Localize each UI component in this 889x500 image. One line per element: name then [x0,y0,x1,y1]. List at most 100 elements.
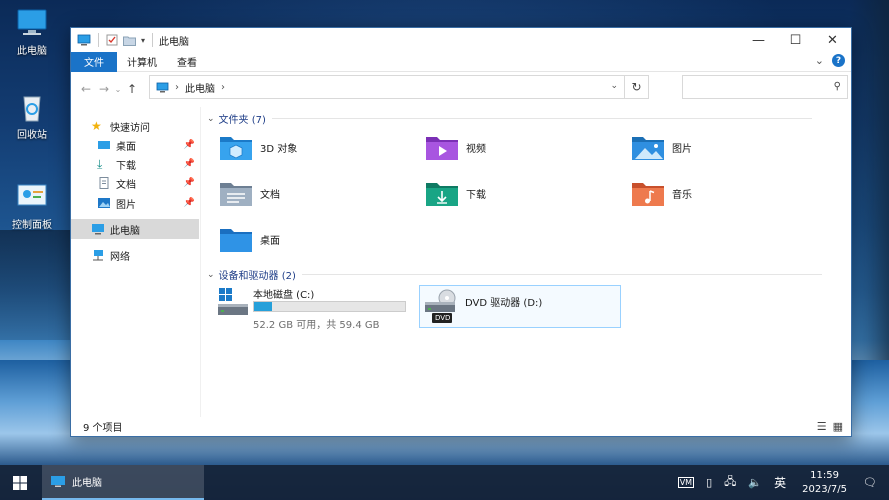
customize-toolbar-chevron-icon[interactable]: ▾ [141,36,145,45]
properties-icon[interactable] [106,34,118,46]
close-button[interactable]: ✕ [814,28,851,52]
desktop-icon-control-panel[interactable]: 控制面板 [6,182,58,231]
search-box[interactable]: ⚲ [682,75,848,99]
usb-device-icon[interactable]: ▯ [706,476,712,489]
large-icons-view-icon[interactable]: ▦ [833,420,843,433]
windows-logo-icon [13,475,27,490]
folder-desktop[interactable]: 桌面 [219,225,280,253]
music-folder-icon [632,183,664,206]
dvd-badge: DVD [435,314,451,322]
status-bar: 9 个项目 ☰ ▦ [71,416,851,436]
notification-center-icon[interactable]: 🗨 [863,476,877,489]
new-folder-icon[interactable] [123,35,136,46]
pin-icon[interactable]: 📌 [184,198,195,208]
input-method-indicator[interactable]: 英 [774,474,786,491]
folder-pictures[interactable]: 图片 [631,133,692,161]
expand-ribbon-chevron-icon[interactable]: ⌄ [815,54,824,67]
virtual-machine-icon[interactable]: VM [677,477,695,488]
drive-usage-fill [254,302,273,311]
drive-c[interactable]: 本地磁盘 (C:) 52.2 GB 可用，共 59.4 GB [213,285,419,331]
item-count: 9 个项目 [83,422,123,434]
tab-view[interactable]: 查看 [167,52,207,72]
folders-group-header[interactable]: ⌄ 文件夹 (7) [207,111,847,126]
forward-arrow-icon[interactable]: → [95,82,113,96]
sidebar-item-label: 桌面 [116,141,136,153]
address-dropdown-icon[interactable]: ⌄ [610,81,618,91]
ribbon-tabs: 文件 计算机 查看 ⌄ ? [71,51,851,72]
computer-icon [156,82,169,92]
toolbar-divider [152,33,154,47]
desktop-icon-this-pc[interactable]: 此电脑 [6,8,58,57]
sidebar-item-documents[interactable]: 文档 📌 [97,173,199,193]
folder-label: 桌面 [260,235,280,247]
folder-downloads[interactable]: 下载 [425,179,486,207]
details-view-icon[interactable]: ☰ [817,420,827,433]
group-divider [271,118,812,119]
sidebar-item-downloads[interactable]: ⤓ 下载 📌 [97,154,199,174]
volume-icon[interactable]: 🔈 [748,476,762,489]
search-icon[interactable]: ⚲ [834,81,841,92]
start-button[interactable] [0,465,40,500]
videos-folder-icon [426,137,458,160]
breadcrumb-separator-icon[interactable]: › [175,82,179,93]
devices-group-header[interactable]: ⌄ 设备和驱动器 (2) [207,267,847,282]
drive-free-space: 52.2 GB 可用，共 59.4 GB [253,320,380,331]
desktop-folder-icon [220,229,252,252]
sidebar-item-pictures[interactable]: 图片 📌 [97,193,199,213]
help-icon[interactable]: ? [832,54,845,67]
maximize-button[interactable]: ☐ [777,28,814,52]
title-bar[interactable]: ▾ 此电脑 — ☐ ✕ [71,28,851,52]
collapse-chevron-icon[interactable]: ⌄ [207,270,215,280]
minimize-button[interactable]: — [740,28,777,52]
devices-header-label: 设备和驱动器 (2) [218,271,296,282]
taskbar-app-label: 此电脑 [72,478,102,489]
star-icon: ★ [91,119,102,133]
desktop-icon-label: 回收站 [17,130,47,141]
taskbar-app-this-pc[interactable]: 此电脑 [42,465,204,500]
sidebar-item-network[interactable]: 网络 [91,245,199,265]
folder-label: 文档 [260,189,280,201]
sidebar-item-label: 网络 [110,251,130,263]
up-arrow-icon[interactable]: ↑ [123,82,141,96]
ribbon-right-controls: ⌄ ? [815,54,845,67]
clock[interactable]: 11:59 2023/7/5 [802,469,847,497]
desktop-icon-label: 此电脑 [17,46,47,57]
desktop-icon-recycle-bin[interactable]: 回收站 [6,92,58,141]
sidebar-item-label: 图片 [116,199,136,211]
tab-file[interactable]: 文件 [71,51,117,72]
folder-videos[interactable]: 视频 [425,133,486,161]
pin-icon[interactable]: 📌 [184,140,195,150]
wallpaper-trees-left [0,230,70,340]
window-title: 此电脑 [159,36,190,48]
refresh-button[interactable]: ↻ [624,76,648,98]
drive-d[interactable]: DVD DVD 驱动器 (D:) [419,285,621,328]
system-tray: VM ▯ 🖧 🔈 英 11:59 2023/7/5 🗨 [672,465,889,500]
computer-icon [51,476,65,487]
tab-computer[interactable]: 计算机 [117,52,167,72]
recycle-bin-icon [23,96,41,122]
sidebar-item-desktop[interactable]: 桌面 📌 [97,135,199,155]
pin-icon[interactable]: 📌 [184,159,195,169]
folder-music[interactable]: 音乐 [631,179,692,207]
sidebar-item-this-pc[interactable]: 此电脑 [71,219,199,239]
folder-documents[interactable]: 文档 [219,179,280,207]
local-disk-icon [218,288,248,315]
sidebar-item-quick-access[interactable]: ★ 快速访问 [91,116,199,136]
wallpaper-trees [849,0,889,360]
collapse-chevron-icon[interactable]: ⌄ [207,114,215,124]
desktop-icon [98,141,110,149]
breadcrumb-this-pc[interactable]: 此电脑 [185,80,215,95]
pin-icon[interactable]: 📌 [184,178,195,188]
folder-3d-objects[interactable]: 3D 对象 [219,133,297,161]
address-bar[interactable]: › 此电脑 › ⌄ ↻ [149,75,649,99]
pictures-folder-icon [632,137,664,160]
breadcrumb-separator-icon[interactable]: › [221,82,225,93]
computer-icon [92,224,104,235]
sidebar-item-label: 此电脑 [110,225,140,237]
window-controls: — ☐ ✕ [740,28,851,52]
computer-icon [77,34,91,46]
quick-access-toolbar: ▾ [77,33,155,47]
network-status-icon[interactable]: 🖧 [724,473,736,492]
back-arrow-icon[interactable]: ← [77,82,95,96]
recent-locations-chevron-icon[interactable]: ⌄ [113,85,123,94]
